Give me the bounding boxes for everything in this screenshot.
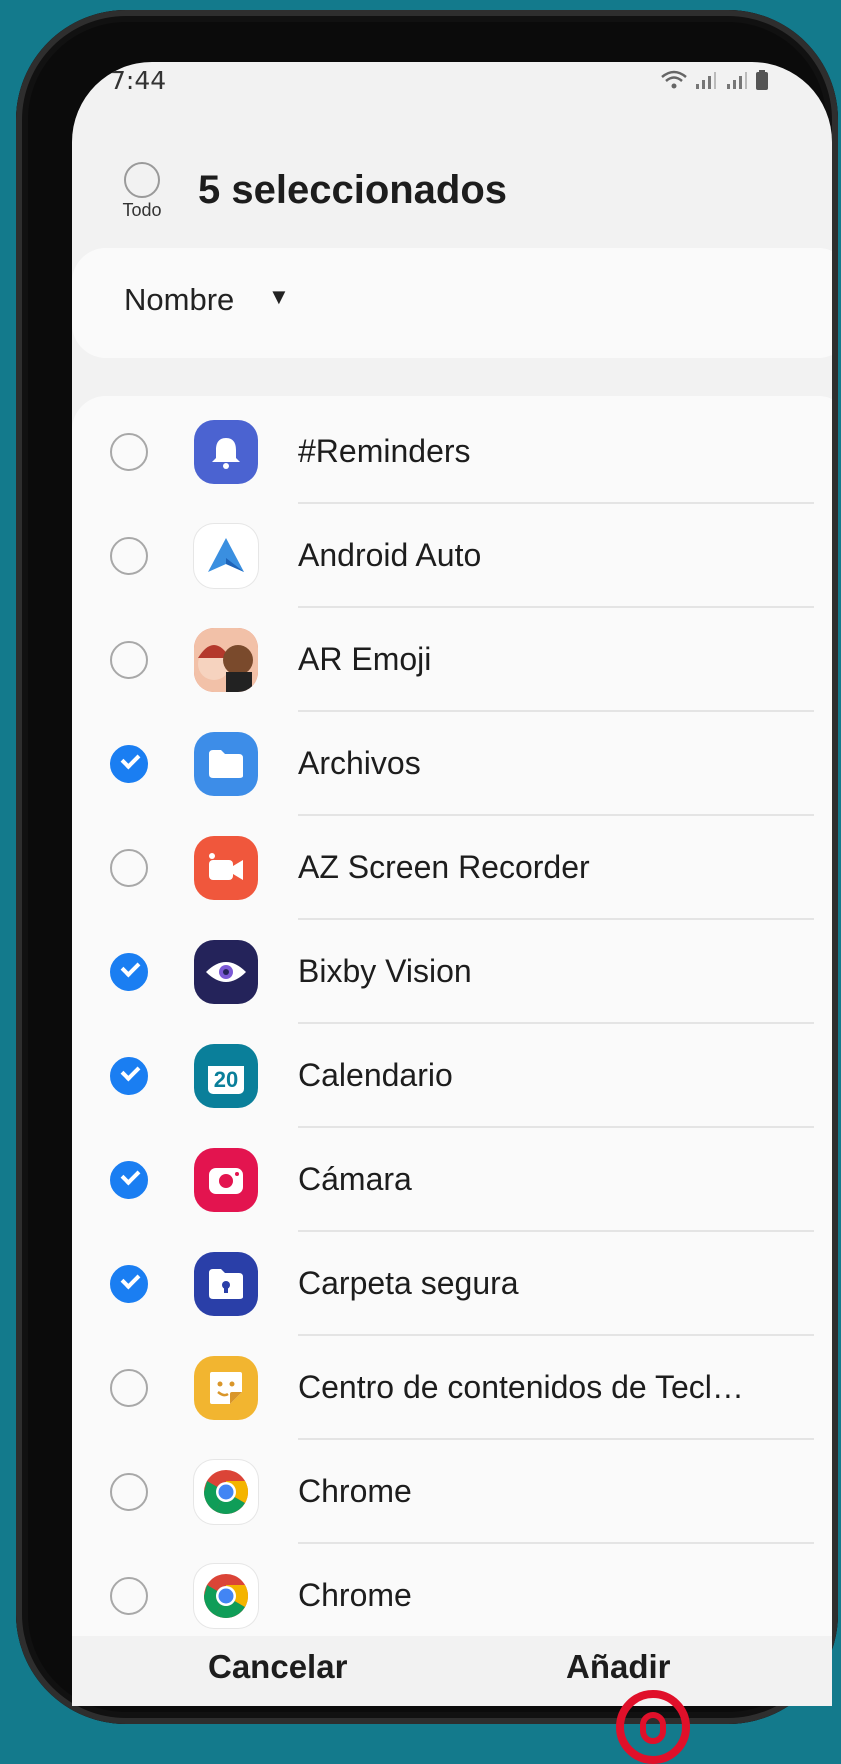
app-checkbox[interactable] xyxy=(110,1577,148,1615)
app-name: Chrome xyxy=(298,1577,412,1613)
app-checkbox[interactable] xyxy=(110,849,148,887)
app-name: AZ Screen Recorder xyxy=(298,849,590,885)
list-item[interactable]: Centro de contenidos de Tecl… xyxy=(72,1336,832,1440)
select-all-checkbox[interactable]: Todo xyxy=(112,162,172,221)
android-auto-icon xyxy=(194,524,258,588)
list-item[interactable]: Cámara xyxy=(72,1128,832,1232)
touch-indicator-icon xyxy=(616,1690,690,1764)
app-name: Centro de contenidos de Tecl… xyxy=(298,1369,744,1405)
select-all-circle[interactable] xyxy=(124,162,160,198)
app-checkbox[interactable] xyxy=(110,1473,148,1511)
select-all-label: Todo xyxy=(122,200,162,220)
folder-icon xyxy=(194,732,258,796)
status-icons xyxy=(661,70,768,95)
calendar-date-badge: 20 xyxy=(213,1067,239,1092)
battery-icon xyxy=(756,70,768,95)
list-item[interactable]: Archivos xyxy=(72,712,832,816)
camera-icon xyxy=(194,1148,258,1212)
sort-label: Nombre xyxy=(124,282,235,317)
chrome-icon xyxy=(194,1460,258,1524)
page-title: 5 seleccionados xyxy=(198,168,508,212)
app-checkbox[interactable] xyxy=(110,1161,148,1199)
app-checkbox[interactable] xyxy=(110,745,148,783)
list-item[interactable]: Chrome xyxy=(72,1544,832,1636)
app-checkbox[interactable] xyxy=(110,641,148,679)
video-camera-icon xyxy=(194,836,258,900)
sort-dropdown[interactable]: Nombre ▼ xyxy=(72,248,832,358)
signal-icon xyxy=(695,71,725,95)
list-item[interactable]: 20 Calendario xyxy=(72,1024,832,1128)
calendar-icon: 20 xyxy=(194,1044,258,1108)
list-item[interactable]: #Reminders xyxy=(72,400,832,504)
list-item[interactable]: Carpeta segura xyxy=(72,1232,832,1336)
bottom-actions: Cancelar Añadir xyxy=(72,1648,832,1706)
app-checkbox[interactable] xyxy=(110,433,148,471)
app-name: AR Emoji xyxy=(298,641,432,677)
app-checkbox[interactable] xyxy=(110,537,148,575)
app-name: Bixby Vision xyxy=(298,953,472,989)
caret-down-icon: ▼ xyxy=(268,284,290,309)
eye-icon xyxy=(194,940,258,1004)
app-name: Carpeta segura xyxy=(298,1265,519,1301)
secure-folder-icon xyxy=(194,1252,258,1316)
app-name: Chrome xyxy=(298,1473,412,1509)
app-list: #Reminders Android Auto AR Emoji Archivos AZ… xyxy=(72,396,832,1636)
list-item[interactable]: AZ Screen Recorder xyxy=(72,816,832,920)
app-checkbox[interactable] xyxy=(110,1369,148,1407)
list-item[interactable]: AR Emoji xyxy=(72,608,832,712)
list-item[interactable]: Android Auto xyxy=(72,504,832,608)
app-name: Android Auto xyxy=(298,537,482,573)
signal-icon xyxy=(726,71,756,95)
cancel-button[interactable]: Cancelar xyxy=(208,1648,347,1686)
app-checkbox[interactable] xyxy=(110,953,148,991)
phone-frame: 7:44 Todo 5 seleccionados Nombre ▼ #Remi… xyxy=(16,10,838,1724)
selection-header: Todo 5 seleccionados xyxy=(72,162,832,262)
list-item[interactable]: Bixby Vision xyxy=(72,920,832,1024)
sticker-icon xyxy=(194,1356,258,1420)
app-name: Cámara xyxy=(298,1161,412,1197)
chrome-icon xyxy=(194,1564,258,1628)
app-name: #Reminders xyxy=(298,433,471,469)
status-time: 7:44 xyxy=(110,66,167,95)
app-name: Calendario xyxy=(298,1057,453,1093)
app-checkbox[interactable] xyxy=(110,1265,148,1303)
add-button[interactable]: Añadir xyxy=(566,1648,671,1686)
app-name: Archivos xyxy=(298,745,421,781)
ar-emoji-icon xyxy=(194,628,258,692)
bell-icon xyxy=(194,420,258,484)
status-bar: 7:44 xyxy=(72,62,832,102)
list-item[interactable]: Chrome xyxy=(72,1440,832,1544)
app-checkbox[interactable] xyxy=(110,1057,148,1095)
screen: 7:44 Todo 5 seleccionados Nombre ▼ #Remi… xyxy=(72,62,832,1706)
wifi-icon xyxy=(661,70,695,95)
